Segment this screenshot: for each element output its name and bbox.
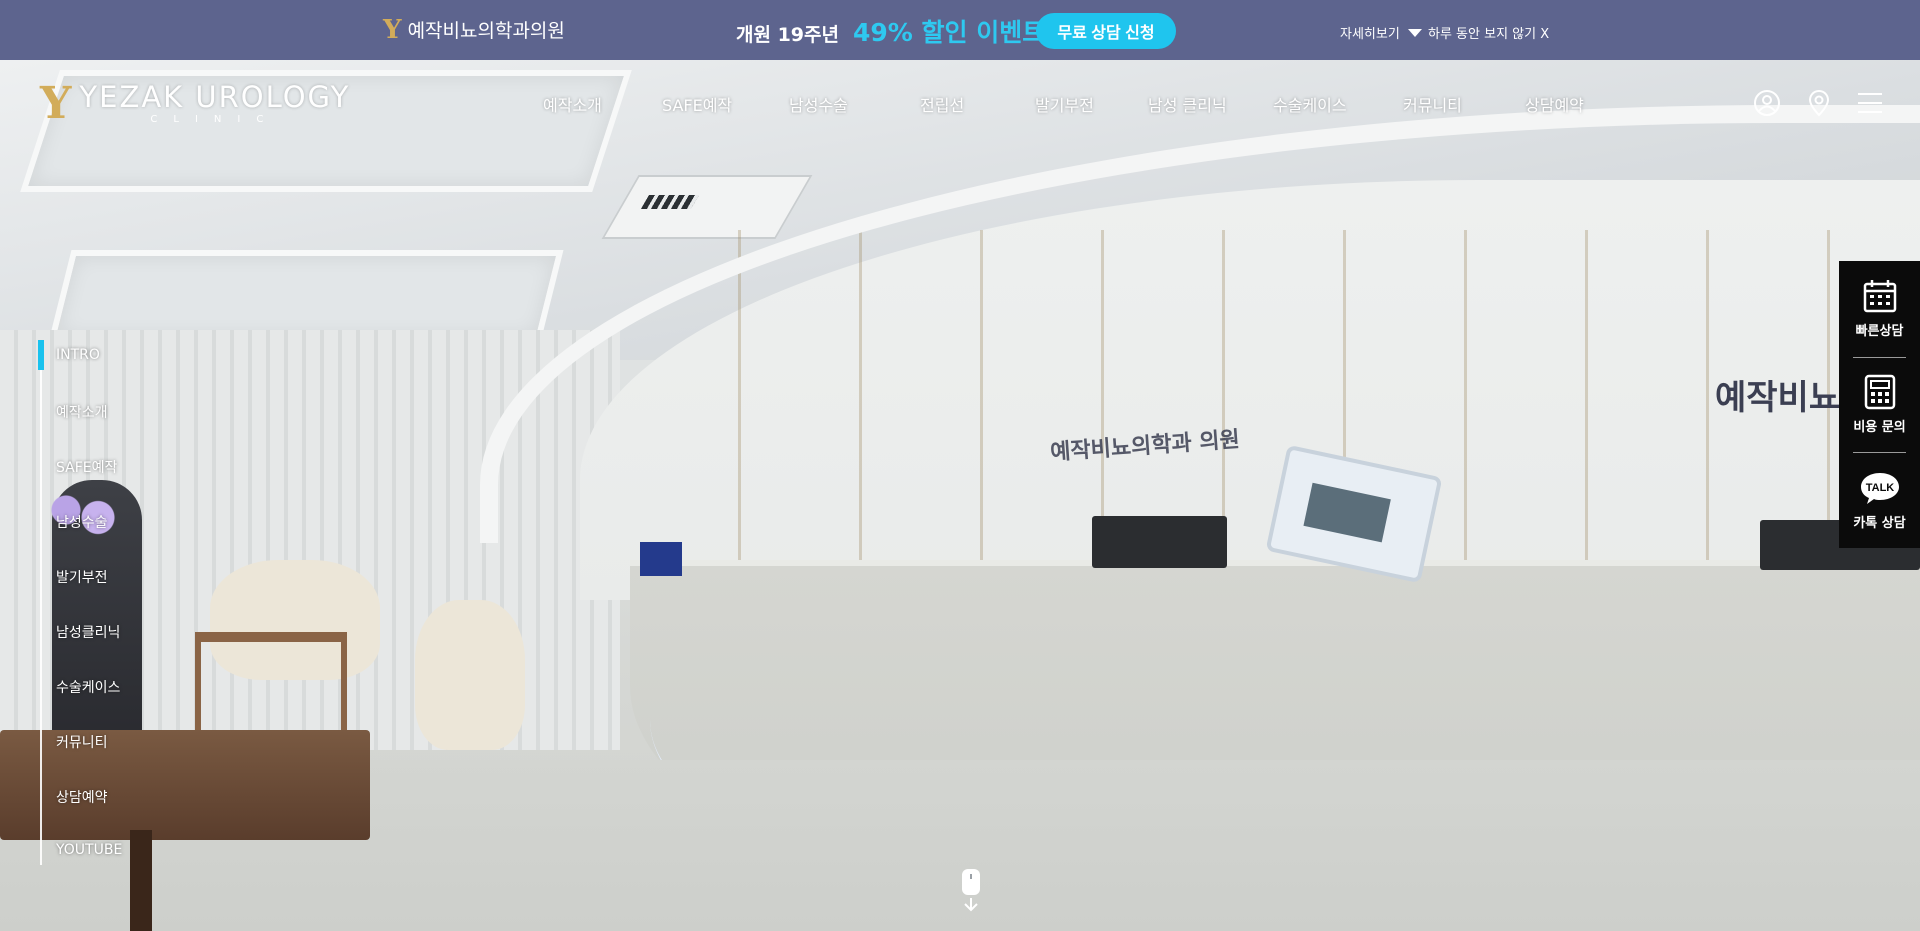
location-pin-icon[interactable]: [1804, 88, 1834, 118]
side-nav-active-marker: [38, 340, 44, 370]
nav-item-reservation[interactable]: 상담예약: [1525, 92, 1584, 116]
hamburger-menu-icon[interactable]: [1855, 88, 1885, 118]
desk-monitor: [1092, 516, 1227, 568]
banner-more-label: 자세히보기: [1340, 27, 1400, 42]
nav-item-cases[interactable]: 수술케이스: [1273, 92, 1347, 116]
banner-headline: 개원 19주년 49% 할인 이벤트: [736, 13, 1045, 49]
banner-clinic-logo[interactable]: Y 예작비뇨의학과의원: [383, 16, 565, 43]
side-nav-item-youtube[interactable]: YOUTUBE: [56, 842, 122, 858]
side-nav-item-cases[interactable]: 수술케이스: [56, 677, 120, 697]
nav-item-male-clinic[interactable]: 남성 클리닉: [1148, 92, 1227, 116]
side-nav-item-ed[interactable]: 발기부전: [56, 567, 108, 587]
nav-item-prostate[interactable]: 전립선: [920, 92, 964, 116]
side-nav-item-male-surgery[interactable]: 남성수술: [56, 512, 108, 532]
sculpture: [415, 600, 525, 750]
side-nav-item-community[interactable]: 커뮤니티: [56, 732, 108, 752]
side-nav-item-safe[interactable]: SAFE예작: [56, 457, 117, 477]
side-nav-item-about[interactable]: 예작소개: [56, 402, 108, 422]
nav-item-male-surgery[interactable]: 남성수술: [789, 92, 848, 116]
table-leg: [130, 830, 152, 931]
free-consult-button[interactable]: 무료 상담 신청: [1036, 13, 1176, 49]
side-nav-item-male-clinic[interactable]: 남성클리닉: [56, 622, 120, 642]
ceiling-light-panel: [48, 250, 564, 342]
kakaotalk-consult-label: 카톡 상담: [1853, 515, 1906, 531]
nav-item-safe[interactable]: SAFE예작: [662, 92, 732, 116]
banner-clinic-name: 예작비뇨의학과의원: [407, 20, 565, 42]
talk-icon-text: TALK: [1865, 482, 1894, 494]
banner-more-link[interactable]: 자세히보기: [1340, 23, 1422, 42]
hero-background: 예작비뇨의학과 의원 예작비뇨: [0, 0, 1920, 931]
side-nav-track: [40, 340, 42, 865]
side-nav-item-reservation[interactable]: 상담예약: [56, 787, 108, 807]
nav-item-ed[interactable]: 발기부전: [1035, 92, 1094, 116]
quick-consult-panel: 빠른상담 비용 문의 TALK 카톡 상담: [1839, 261, 1920, 548]
kakaotalk-consult-button[interactable]: TALK 카톡 상담: [1839, 452, 1920, 548]
user-icon[interactable]: [1752, 88, 1782, 118]
scroll-down-icon[interactable]: [960, 868, 982, 912]
banner-highlight-text: 49% 할인 이벤트: [852, 18, 1046, 47]
quick-consult-button[interactable]: 빠른상담: [1839, 261, 1920, 357]
nav-item-community[interactable]: 커뮤니티: [1403, 92, 1462, 116]
cost-inquiry-label: 비용 문의: [1853, 420, 1906, 435]
quick-consult-label: 빠른상담: [1855, 324, 1904, 340]
main-nav: 예작소개 SAFE예작 남성수술 전립선 발기부전 남성 클리닉 수술케이스 커…: [0, 92, 1920, 116]
yezak-logo-icon: Y: [383, 14, 402, 45]
calculator-icon: [1864, 374, 1895, 410]
banner-close-today[interactable]: 하루 동안 보지 않기 X: [1428, 23, 1549, 42]
side-nav-item-intro[interactable]: INTRO: [56, 347, 100, 363]
wall-sign-large: 예작비뇨: [1715, 378, 1841, 418]
calendar-icon: [1863, 280, 1896, 313]
promo-banner: Y 예작비뇨의학과의원 개원 19주년 49% 할인 이벤트 무료 상담 신청 …: [0, 0, 1920, 60]
nav-item-intro[interactable]: 예작소개: [543, 92, 602, 116]
caret-down-icon: [1407, 28, 1422, 37]
talk-bubble-icon: TALK: [1860, 472, 1899, 504]
cost-inquiry-button[interactable]: 비용 문의: [1839, 356, 1920, 453]
blue-box: [640, 542, 682, 576]
banner-lead-text: 개원 19주년: [736, 24, 839, 46]
